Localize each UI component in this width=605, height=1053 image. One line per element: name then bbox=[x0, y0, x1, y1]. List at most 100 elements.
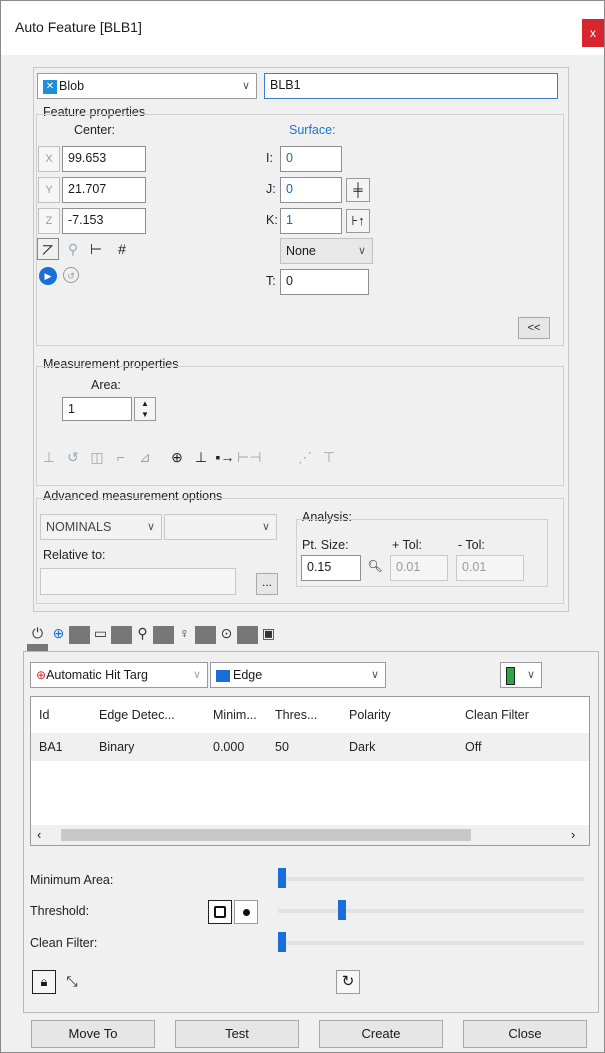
close-button[interactable]: Close bbox=[463, 1020, 587, 1048]
center-z-input[interactable]: -7.153 bbox=[62, 208, 146, 234]
column-header-threshold[interactable]: Thres... bbox=[274, 697, 348, 733]
surface-k-input[interactable]: 1 bbox=[280, 208, 342, 234]
y-axis-label: Y bbox=[38, 177, 60, 203]
scrollbar-thumb[interactable] bbox=[61, 829, 471, 841]
hit-target-icon: ⊕ bbox=[36, 668, 47, 682]
minus-tol-label: - Tol: bbox=[458, 538, 485, 552]
chevron-down-icon: ∨ bbox=[146, 521, 155, 533]
threshold-slider[interactable] bbox=[278, 900, 584, 922]
vector-direction-icon[interactable]: ⊦↑ bbox=[346, 209, 370, 233]
feature-id-input[interactable]: BLB1 bbox=[264, 73, 558, 99]
cell-polarity: Dark bbox=[349, 740, 376, 754]
graph-probe-icon[interactable]: ⊿ bbox=[133, 446, 157, 468]
chevron-down-icon: ∨ bbox=[261, 521, 270, 533]
distance-icon[interactable]: ⊢ bbox=[85, 238, 107, 260]
table-row[interactable]: BA1 Binary 0.000 50 Dark Off bbox=[31, 733, 589, 761]
column-header-clean-filter[interactable]: Clean Filter bbox=[464, 697, 589, 733]
tab-divider bbox=[153, 625, 174, 644]
surface-i-input[interactable]: 0 bbox=[280, 146, 342, 172]
nominals-combo[interactable]: NOMINALS ∨ bbox=[40, 514, 162, 540]
search-icon[interactable]: ⚲ bbox=[132, 625, 153, 642]
polarity-light-button[interactable] bbox=[234, 900, 258, 924]
slider-thumb[interactable] bbox=[278, 868, 286, 888]
area-label: Area: bbox=[91, 378, 121, 392]
collapse-button[interactable]: << bbox=[518, 317, 550, 339]
target-tab-icon[interactable]: ⊕ bbox=[48, 625, 69, 642]
refresh-icon[interactable]: ↻ bbox=[336, 970, 360, 994]
hit-target-table: Id Edge Detec... Minim... Thres... Polar… bbox=[30, 696, 590, 846]
screen-icon[interactable]: ▭ bbox=[90, 625, 111, 642]
scroll-right-icon[interactable]: › bbox=[571, 827, 575, 842]
j-label: J: bbox=[266, 182, 276, 196]
center-x-input[interactable]: 99.653 bbox=[62, 146, 146, 172]
close-window-button[interactable]: x bbox=[582, 19, 604, 47]
find-nominals-icon[interactable]: ⚲ bbox=[62, 238, 84, 260]
scatter-icon[interactable]: ⋰ bbox=[293, 446, 317, 468]
center-label: Center: bbox=[74, 123, 115, 137]
scroll-left-icon[interactable]: ‹ bbox=[37, 827, 41, 842]
thickness-t-input[interactable]: 0 bbox=[280, 269, 369, 295]
edge-icon bbox=[216, 669, 230, 682]
relative-to-input[interactable] bbox=[40, 568, 236, 595]
magnify-icon[interactable]: 🔍︎ bbox=[363, 555, 387, 579]
surface-align-icon[interactable]: ⊥ bbox=[189, 446, 213, 468]
test-button[interactable]: Test bbox=[175, 1020, 299, 1048]
horizontal-scrollbar[interactable]: ‹ › bbox=[31, 825, 589, 845]
column-header-id[interactable]: Id bbox=[31, 697, 98, 733]
power-icon[interactable]: ⏻ bbox=[27, 625, 48, 642]
edge-type-combo[interactable]: Edge ∨ bbox=[210, 662, 386, 688]
blob-icon: ✕ bbox=[43, 79, 57, 94]
tab-divider bbox=[237, 625, 258, 644]
target-icon[interactable]: ⊕ bbox=[165, 446, 189, 468]
area-spin-input[interactable]: 1 bbox=[62, 397, 132, 421]
bulb-icon[interactable]: ♀ bbox=[174, 625, 195, 641]
grid-icon[interactable]: # bbox=[111, 238, 133, 260]
slider-track bbox=[278, 909, 584, 913]
focus-icon[interactable]: ⊙ bbox=[216, 625, 237, 642]
flip-vector-icon[interactable]: ╪ bbox=[346, 178, 370, 202]
plus-tol-input[interactable]: 0.01 bbox=[390, 555, 448, 581]
nominals-mode-combo[interactable]: ∨ bbox=[164, 514, 277, 540]
column-header-minimum[interactable]: Minim... bbox=[212, 697, 274, 733]
pt-size-input[interactable]: 0.15 bbox=[301, 555, 361, 581]
lock-icon[interactable]: 🔒︎ bbox=[32, 970, 56, 994]
color-picker-combo[interactable]: ∨ bbox=[500, 662, 542, 688]
hit-target-mode-combo[interactable]: ⊕Automatic Hit Targ ∨ bbox=[30, 662, 208, 688]
i-label: I: bbox=[266, 151, 273, 165]
slider-thumb[interactable] bbox=[278, 932, 286, 952]
move-to-button[interactable]: Move To bbox=[31, 1020, 155, 1048]
cell-threshold: 50 bbox=[275, 740, 289, 754]
cell-clean-filter: Off bbox=[465, 740, 482, 754]
rotate-probe-icon[interactable]: ↺ bbox=[61, 446, 85, 468]
minus-tol-input[interactable]: 0.01 bbox=[456, 555, 524, 581]
reset-icon[interactable]: ↺ bbox=[63, 267, 79, 283]
probe-down-icon[interactable]: ⊥ bbox=[37, 446, 61, 468]
measurement-tools-row: ⊥ ↺ ◫ ⌐ ⊿ ⊕ ⊥ ▪→ ⊢⊣ ⋰ ⊤ bbox=[37, 446, 557, 472]
shrink-icon[interactable]: ⤡ bbox=[60, 970, 84, 994]
filter-icon[interactable]: ⊤ bbox=[317, 446, 341, 468]
camera-icon[interactable]: ▣ bbox=[258, 625, 279, 642]
arrow-to-icon[interactable]: ▪→ bbox=[213, 446, 237, 468]
k-label: K: bbox=[266, 213, 278, 227]
square-probe-icon[interactable]: ◫ bbox=[85, 446, 109, 468]
minimum-area-slider[interactable] bbox=[278, 868, 584, 890]
surface-mode-combo[interactable]: None ∨ bbox=[280, 238, 373, 264]
slider-thumb[interactable] bbox=[338, 900, 346, 920]
column-header-polarity[interactable]: Polarity bbox=[348, 697, 464, 733]
polarity-dark-button[interactable] bbox=[208, 900, 232, 924]
clean-filter-slider[interactable] bbox=[278, 932, 584, 954]
corner-probe-icon[interactable]: ⌐ bbox=[109, 446, 133, 468]
center-y-input[interactable]: 21.707 bbox=[62, 177, 146, 203]
span-icon[interactable]: ⊢⊣ bbox=[237, 446, 261, 468]
feature-type-combo[interactable]: ✕ Blob ∨ bbox=[37, 73, 257, 99]
create-button[interactable]: Create bbox=[319, 1020, 443, 1048]
pt-size-label: Pt. Size: bbox=[302, 538, 349, 552]
browse-button[interactable]: ... bbox=[256, 573, 278, 595]
surface-j-input[interactable]: 0 bbox=[280, 177, 342, 203]
play-icon[interactable]: ▶ bbox=[39, 267, 57, 285]
axis-align-icon[interactable]: ⦢ bbox=[37, 238, 59, 260]
column-header-edge-detection[interactable]: Edge Detec... bbox=[98, 697, 212, 733]
hit-target-mode-value: Automatic Hit Targ bbox=[46, 668, 148, 682]
edge-type-value: Edge bbox=[233, 668, 263, 682]
area-spinner-icon[interactable]: ▲ ▼ bbox=[134, 397, 156, 421]
